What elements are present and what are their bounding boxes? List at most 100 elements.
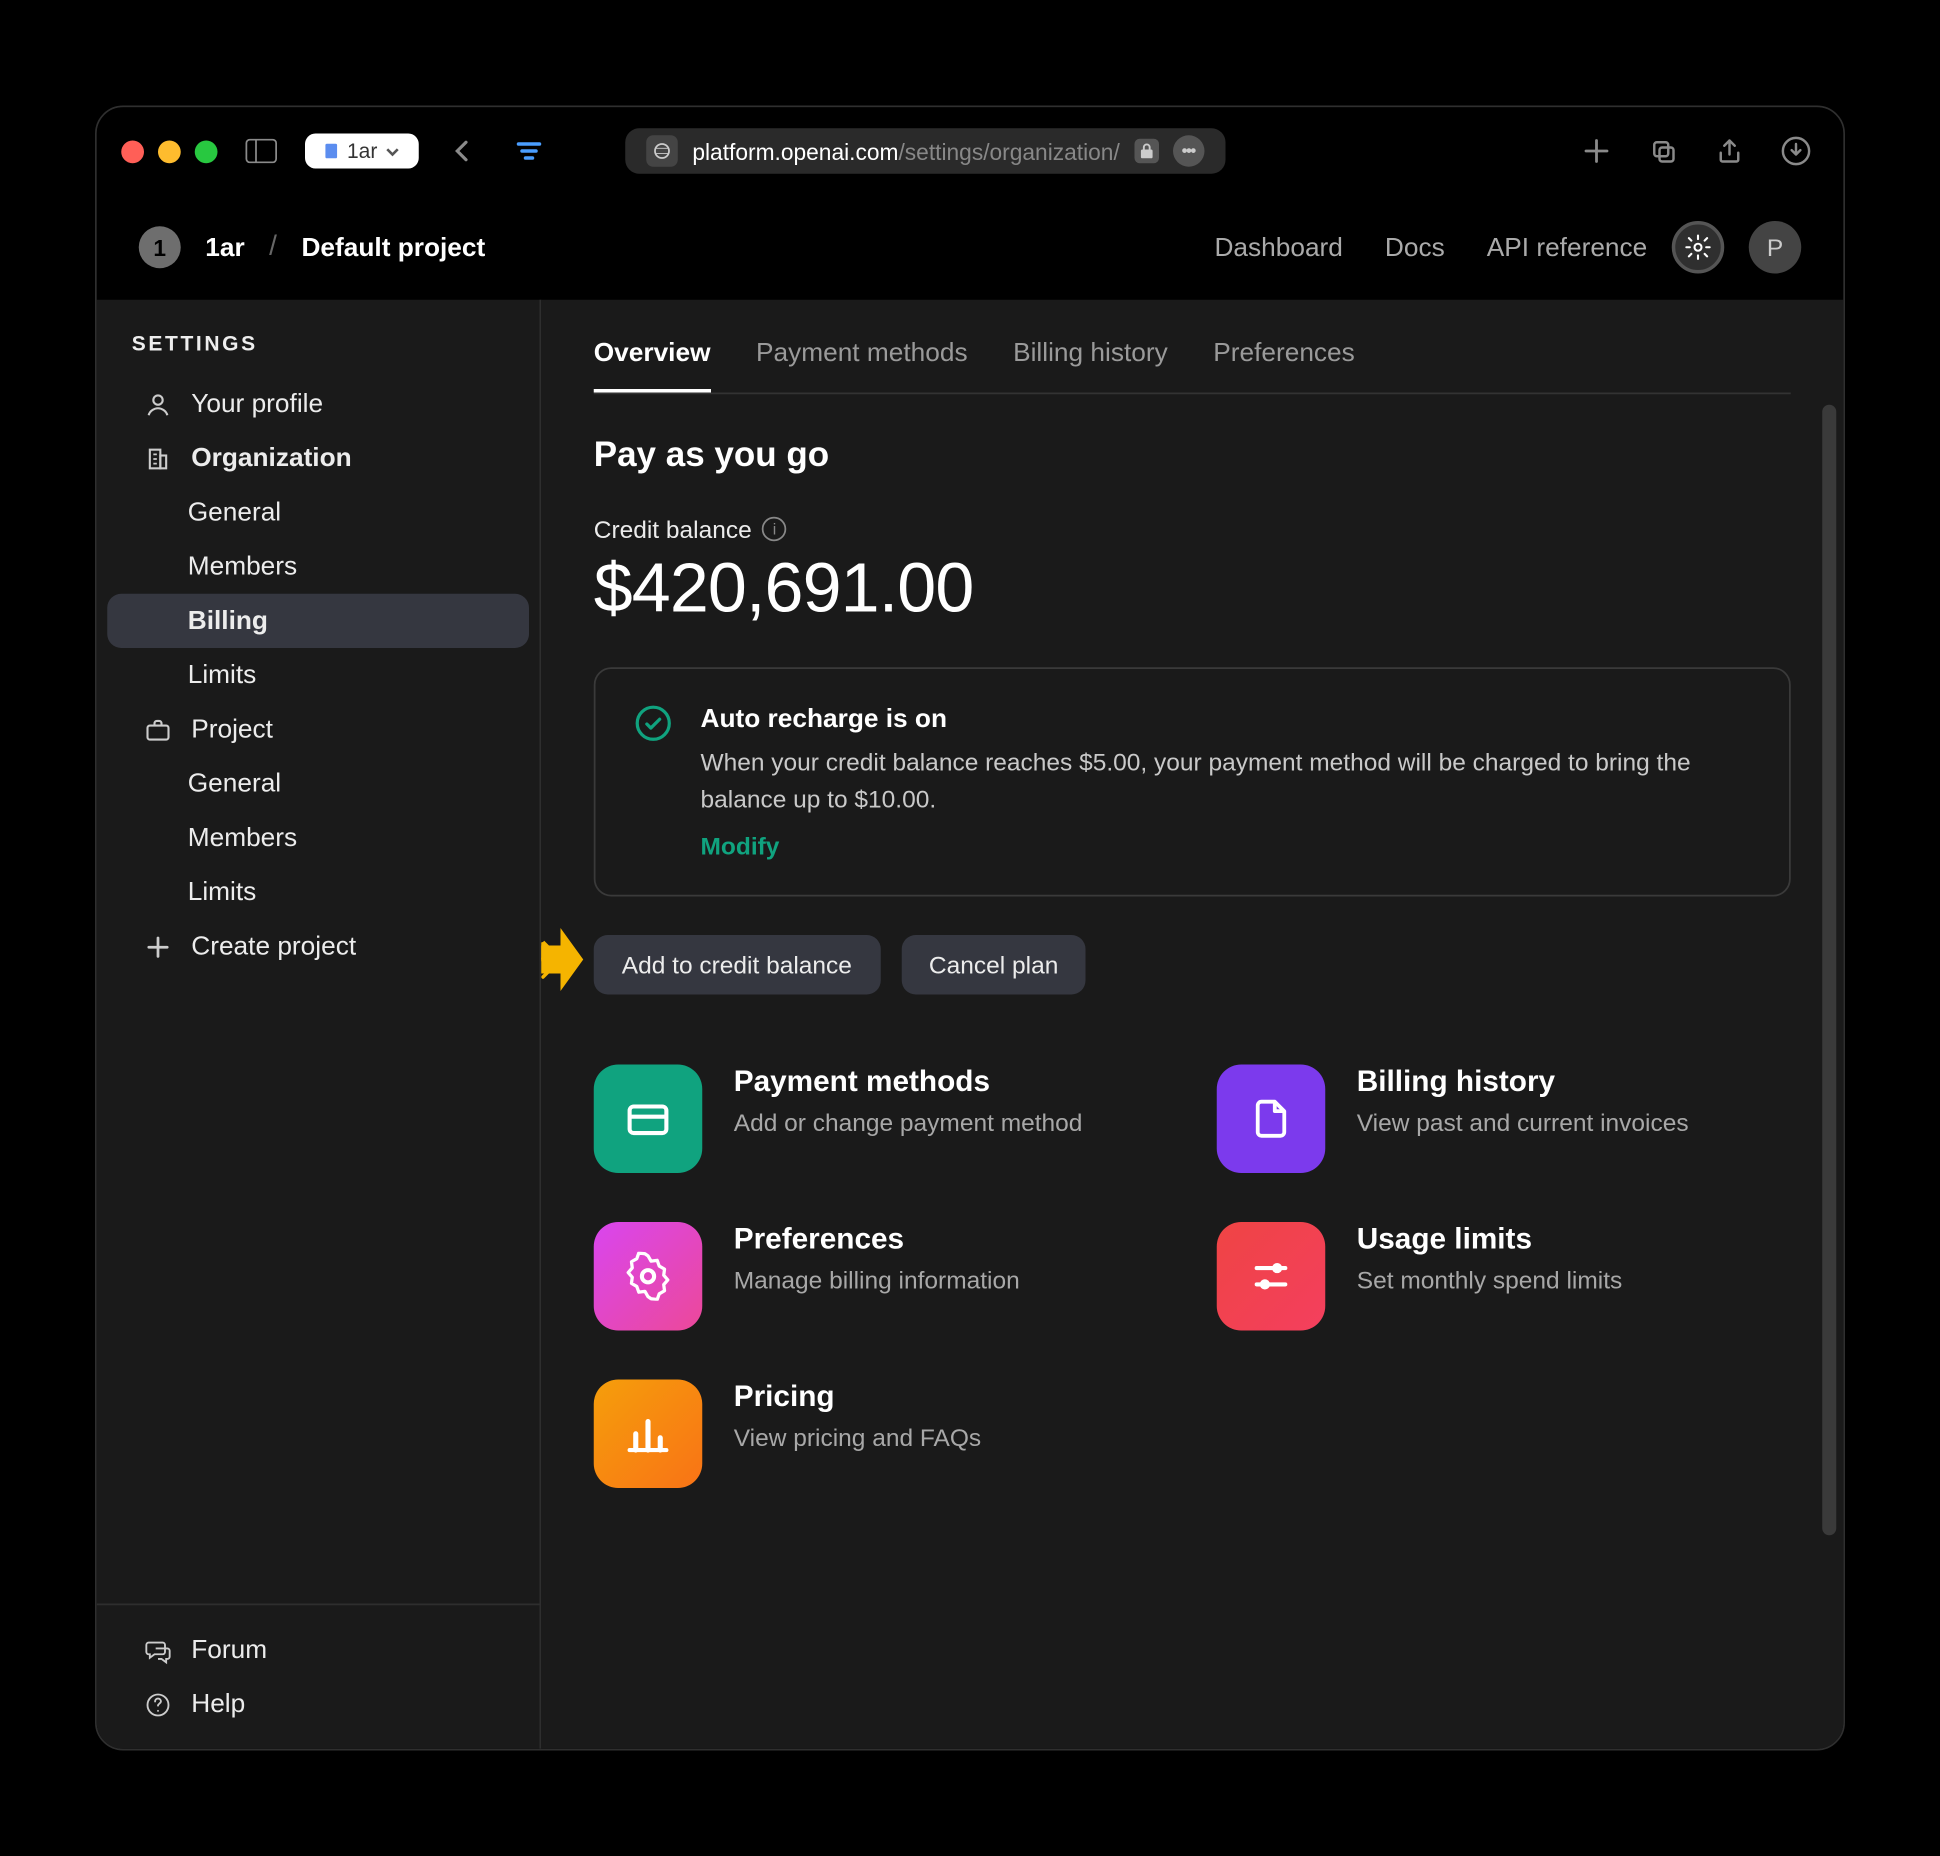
back-button[interactable] <box>440 128 486 174</box>
main-content: Overview Payment methods Billing history… <box>541 300 1843 1749</box>
modify-link[interactable]: Modify <box>701 832 1751 860</box>
sidebar-item-profile[interactable]: Your profile <box>107 377 529 431</box>
help-icon <box>142 1690 174 1718</box>
check-circle-icon <box>634 704 673 743</box>
sidebar-item-proj-general[interactable]: General <box>107 757 529 811</box>
scrollbar-thumb[interactable] <box>1822 405 1836 1536</box>
sidebar-item-label: General <box>188 498 281 528</box>
nav-api-reference[interactable]: API reference <box>1487 232 1648 262</box>
sidebar-item-label: Help <box>191 1689 245 1719</box>
file-icon <box>1217 1065 1326 1174</box>
user-icon <box>142 390 174 418</box>
sidebar-item-help[interactable]: Help <box>107 1677 529 1731</box>
card-title: Preferences <box>734 1222 1020 1257</box>
sidebar-heading: SETTINGS <box>97 331 540 377</box>
billing-tabs: Overview Payment methods Billing history… <box>594 338 1791 394</box>
sidebar-item-project[interactable]: Project <box>107 702 529 756</box>
sliders-icon <box>1217 1222 1326 1331</box>
sidebar-item-label: Forum <box>191 1635 267 1665</box>
app-header: 1 1ar / Default project Dashboard Docs A… <box>97 195 1844 300</box>
copy-icon[interactable] <box>1640 128 1686 174</box>
card-usage-limits[interactable]: Usage limits Set monthly spend limits <box>1217 1222 1791 1331</box>
card-billing-history[interactable]: Billing history View past and current inv… <box>1217 1065 1791 1174</box>
auto-recharge-panel: Auto recharge is on When your credit bal… <box>594 667 1791 896</box>
settings-gear-button[interactable] <box>1672 221 1725 274</box>
sidebar-item-label: Your profile <box>191 389 323 419</box>
close-window-button[interactable] <box>121 140 144 163</box>
card-pricing[interactable]: Pricing View pricing and FAQs <box>594 1380 1168 1489</box>
sidebar-item-forum[interactable]: Forum <box>107 1623 529 1677</box>
sidebar-item-create-project[interactable]: Create project <box>107 919 529 973</box>
nav-docs[interactable]: Docs <box>1385 232 1445 262</box>
card-desc: Set monthly spend limits <box>1357 1264 1623 1298</box>
url-domain: platform.openai.com <box>692 138 898 164</box>
sidebar-item-label: Members <box>188 552 297 582</box>
card-title: Usage limits <box>1357 1222 1623 1257</box>
sidebar-item-label: Members <box>188 823 297 853</box>
card-title: Billing history <box>1357 1065 1689 1100</box>
sidebar-item-label: Project <box>191 715 273 745</box>
sidebar-item-organization[interactable]: Organization <box>107 431 529 485</box>
page-heading: Pay as you go <box>594 436 1791 476</box>
sidebar-item-org-members[interactable]: Members <box>107 540 529 594</box>
sidebar-item-label: Limits <box>188 877 257 907</box>
tab-payment-methods[interactable]: Payment methods <box>756 338 968 392</box>
user-avatar[interactable]: P <box>1749 221 1802 274</box>
sidebar-item-org-general[interactable]: General <box>107 485 529 539</box>
settings-sidebar: SETTINGS Your profile Organization Gener… <box>97 300 542 1749</box>
site-icon <box>647 135 679 167</box>
callout-arrow-icon <box>541 925 587 995</box>
gear-icon <box>594 1222 703 1331</box>
add-credit-button[interactable]: Add to credit balance <box>594 935 880 995</box>
recharge-title: Auto recharge is on <box>701 704 1751 734</box>
sidebar-item-proj-limits[interactable]: Limits <box>107 865 529 919</box>
sidebar-item-billing[interactable]: Billing <box>107 594 529 648</box>
recharge-desc: When your credit balance reaches $5.00, … <box>701 744 1751 818</box>
cancel-plan-button[interactable]: Cancel plan <box>901 935 1086 995</box>
profile-pill[interactable]: 1ar <box>305 134 419 169</box>
chart-icon <box>594 1380 703 1489</box>
sidebar-item-label: Create project <box>191 932 356 962</box>
minimize-window-button[interactable] <box>158 140 181 163</box>
tab-preferences[interactable]: Preferences <box>1213 338 1355 392</box>
share-icon[interactable] <box>1707 128 1753 174</box>
card-desc: Manage billing information <box>734 1264 1020 1298</box>
window-controls <box>121 140 217 163</box>
briefcase-icon <box>142 715 174 743</box>
maximize-window-button[interactable] <box>195 140 218 163</box>
card-desc: Add or change payment method <box>734 1107 1083 1141</box>
profile-pill-label: 1ar <box>347 139 377 164</box>
sidebar-item-label: Billing <box>188 606 268 636</box>
sidebar-item-label: Limits <box>188 660 257 690</box>
lock-icon <box>1134 139 1159 164</box>
info-icon[interactable]: i <box>762 517 787 542</box>
card-payment-methods[interactable]: Payment methodsAdd or change payment met… <box>594 1065 1168 1174</box>
sidebar-item-label: Organization <box>191 443 351 473</box>
more-icon[interactable]: ••• <box>1172 135 1204 167</box>
card-desc: View past and current invoices <box>1357 1107 1689 1141</box>
plus-icon <box>142 934 174 959</box>
org-badge[interactable]: 1 <box>139 226 181 268</box>
new-tab-icon[interactable] <box>1574 128 1620 174</box>
menu-icon[interactable] <box>507 128 553 174</box>
sidebar-item-org-limits[interactable]: Limits <box>107 648 529 702</box>
download-icon[interactable] <box>1773 128 1819 174</box>
browser-window: 1ar platform.openai.com/settings/organiz… <box>95 106 1845 1751</box>
org-name[interactable]: 1ar <box>205 232 244 262</box>
card-icon <box>594 1065 703 1174</box>
nav-dashboard[interactable]: Dashboard <box>1214 232 1342 262</box>
card-desc: View pricing and FAQs <box>734 1422 981 1456</box>
address-bar[interactable]: platform.openai.com/settings/organizatio… <box>626 128 1225 174</box>
tab-overview[interactable]: Overview <box>594 338 711 392</box>
card-title: Pricing <box>734 1380 981 1415</box>
sidebar-item-label: General <box>188 769 281 799</box>
balance-label: Credit balance i <box>594 515 1791 543</box>
card-preferences[interactable]: Preferences Manage billing information <box>594 1222 1168 1331</box>
scrollbar[interactable] <box>1822 405 1836 1735</box>
browser-chrome: 1ar platform.openai.com/settings/organiz… <box>97 107 1844 195</box>
sidebar-item-proj-members[interactable]: Members <box>107 811 529 865</box>
tab-billing-history[interactable]: Billing history <box>1013 338 1168 392</box>
sidebar-toggle-icon[interactable] <box>239 128 285 174</box>
project-name[interactable]: Default project <box>301 232 485 262</box>
chat-icon <box>142 1636 174 1664</box>
